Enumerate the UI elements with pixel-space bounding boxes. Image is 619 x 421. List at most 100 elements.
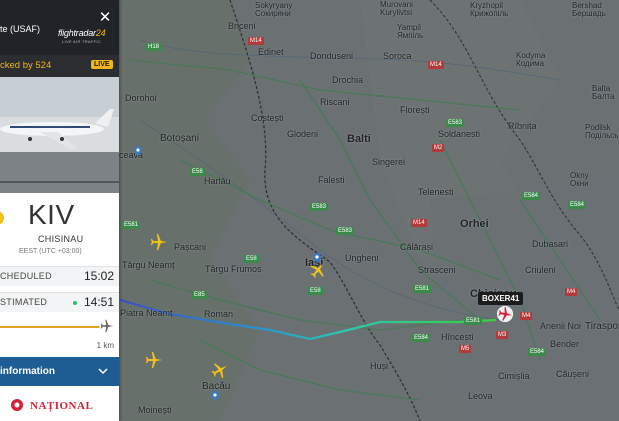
place-label: Falesti — [318, 175, 345, 185]
road-shield: E583 — [336, 227, 355, 235]
destination-timezone: EEST (UTC +03:00) — [19, 248, 82, 255]
panel-header: te (USAF) flightradar24 LIVE AIR TRAFFIC… — [0, 0, 119, 55]
place-label: Orhei — [460, 218, 489, 230]
road-shield: E584 — [522, 192, 541, 200]
place-label: Bershad Бершадь — [572, 1, 606, 19]
tracked-bar: cked by 524 LIVE — [0, 55, 119, 77]
estimated-time: 14:51 — [83, 295, 114, 309]
place-label: Soldanesti — [438, 129, 481, 139]
information-label: information — [0, 366, 55, 377]
place-label: Sokyryany Сокиряни — [255, 1, 293, 19]
place-label: Kryzhopil Крижопіль — [470, 1, 509, 19]
place-label: Leova — [468, 391, 493, 401]
road-shield: E584 — [412, 334, 431, 342]
place-label: Cimișlia — [498, 371, 530, 381]
road-shield: E58 — [244, 255, 259, 263]
place-label: Huși — [370, 361, 389, 371]
place-label: Moinești — [138, 405, 172, 415]
on-time-dot — [73, 301, 77, 305]
place-label: Glodeni — [287, 129, 319, 139]
road-shield: E581 — [413, 285, 432, 293]
estimated-label: STIMATED — [0, 297, 48, 307]
place-label: Podilsk Подільськ — [585, 123, 619, 141]
logo-text: flightradar — [58, 28, 96, 38]
place-label: Târgu Frumos — [205, 264, 262, 274]
place-label: Soroca — [383, 51, 412, 61]
airport-badge-icon — [0, 211, 4, 225]
progress-fill — [0, 326, 99, 328]
place-label: Criuleni — [525, 265, 556, 275]
place-label: Florești — [400, 105, 430, 115]
place-label: Călărași — [400, 242, 434, 252]
aircraft-photo[interactable]: ⤢ — [0, 77, 119, 193]
progress-plane-icon — [100, 319, 114, 333]
place-label: Harlău — [204, 176, 231, 186]
flight-progress: 1 km — [0, 314, 119, 356]
road-shield: M5 — [459, 345, 472, 353]
road-shield: E58 — [308, 287, 323, 295]
road-shield: E581 — [122, 221, 141, 229]
place-label: Okny Окни — [570, 171, 589, 189]
road-shield: E584 — [528, 348, 547, 356]
road-shield: M3 — [496, 331, 509, 339]
road-shield: M14 — [428, 61, 444, 69]
road-shield: M4 — [520, 312, 533, 320]
airport-pin-icon[interactable] — [134, 146, 142, 156]
road-shield: E584 — [568, 201, 587, 209]
destination-code[interactable]: KIV — [28, 199, 75, 231]
callsign-label[interactable]: BOXER41 — [478, 292, 524, 305]
place-label: Botoșani — [160, 133, 199, 144]
road-shield: M4 — [565, 288, 578, 296]
destination-city: CHISINAU — [38, 234, 84, 244]
aircraft-icon[interactable] — [309, 261, 327, 279]
aircraft-icon[interactable] — [150, 233, 168, 251]
airport-pin-icon[interactable] — [211, 391, 219, 401]
place-label: Târgu Neamț — [122, 260, 175, 270]
place-label: Pașcani — [174, 242, 207, 252]
scheduled-time: 15:02 — [83, 269, 114, 283]
place-label: Dubasari — [532, 239, 569, 249]
place-label: Ungheni — [345, 253, 379, 263]
place-label: Yampil Ямпіль — [397, 23, 424, 41]
place-label: Bender — [550, 339, 580, 349]
place-label: Drochia — [332, 75, 364, 85]
aircraft-icon[interactable] — [211, 361, 229, 379]
brand-logo-icon — [11, 399, 23, 411]
brand-footer: NAȚIONAL — [0, 386, 119, 421]
aircraft-icon[interactable] — [145, 351, 163, 369]
chevron-down-icon — [98, 368, 108, 375]
place-label: Singerei — [372, 157, 406, 167]
place-label: Donduseni — [310, 51, 354, 61]
tracked-aircraft-icon[interactable] — [496, 305, 514, 323]
place-label: Balta Балта — [592, 84, 615, 102]
place-label: Dorohoi — [125, 93, 157, 103]
flightradar24-logo: flightradar24 — [58, 28, 106, 38]
place-label: Strasceni — [418, 265, 456, 275]
place-label: Riscani — [320, 97, 350, 107]
place-label: Hîncești — [441, 332, 474, 342]
information-toggle[interactable]: information — [0, 357, 119, 386]
road-shield: E85 — [192, 291, 207, 299]
tracked-count: cked by 524 — [0, 60, 52, 71]
road-shield: E583 — [310, 203, 329, 211]
logo-number: 24 — [95, 28, 106, 38]
place-label: Anenii Noi — [540, 321, 582, 331]
scheduled-row: CHEDULED 15:02 — [0, 266, 119, 286]
place-label: Murovani Kurylivtsi — [380, 0, 413, 18]
place-label: Piatra Neamț — [120, 308, 173, 318]
place-label: Roman — [204, 309, 234, 319]
road-shield: M2 — [432, 144, 445, 152]
aircraft-name: te (USAF) — [0, 24, 41, 34]
road-shield: E581 — [464, 317, 483, 325]
road-shield: E583 — [446, 119, 465, 127]
road-shield: H18 — [146, 43, 162, 51]
place-label: Tiraspol — [585, 321, 619, 332]
flight-details-panel: te (USAF) flightradar24 LIVE AIR TRAFFIC… — [0, 0, 119, 421]
close-icon[interactable]: ✕ — [97, 10, 113, 26]
road-shield: E58 — [190, 168, 205, 176]
live-badge: LIVE — [91, 60, 113, 69]
aircraft-photo-image — [0, 77, 119, 193]
destination-block: KIV CHISINAU EEST (UTC +03:00) — [0, 193, 119, 263]
brand-name: NAȚIONAL — [30, 400, 94, 412]
place-label: Balti — [347, 133, 371, 145]
